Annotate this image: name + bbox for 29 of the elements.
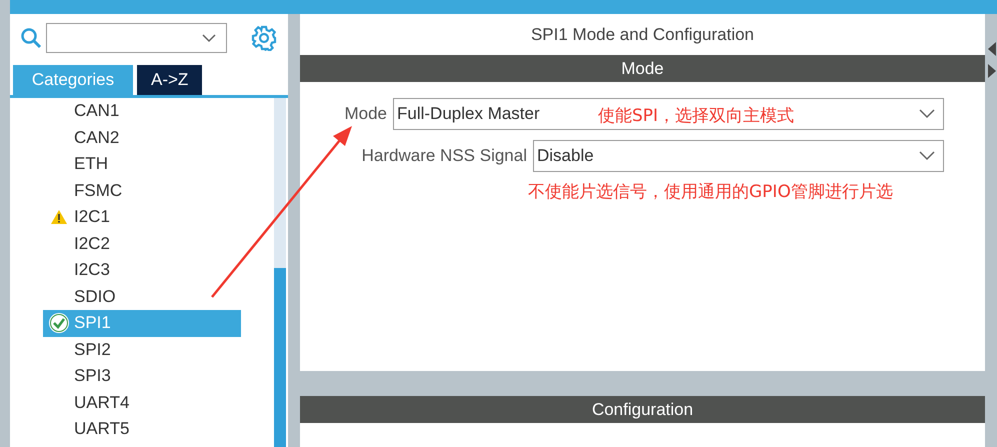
peripheral-item[interactable]: CAN2: [43, 124, 241, 151]
peripheral-item[interactable]: ETH: [43, 151, 241, 178]
search-field[interactable]: [46, 23, 227, 53]
chevron-icon: [919, 109, 935, 119]
search-icon[interactable]: [20, 27, 42, 49]
field-label: Hardware NSS Signal: [360, 146, 527, 166]
chevron-icon: [919, 151, 935, 161]
peripheral-item[interactable]: I2C1: [43, 204, 241, 230]
peripheral-item[interactable]: UART5: [43, 416, 241, 442]
panel-title: SPI1 Mode and Configuration: [530, 24, 756, 46]
peripheral-item[interactable]: SPI2: [43, 336, 241, 363]
peripheral-item[interactable]: I2C3: [43, 257, 241, 284]
chevron-icon: [202, 34, 216, 42]
dropdown-field[interactable]: Disable: [533, 140, 944, 172]
field-label: Mode: [343, 104, 387, 124]
section-header: Configuration: [300, 396, 985, 423]
category-tab[interactable]: A->Z: [137, 65, 202, 95]
peripheral-item[interactable]: UART4: [43, 390, 241, 416]
peripheral-item[interactable]: CAN1: [43, 98, 241, 124]
section-header: Mode: [300, 55, 985, 82]
peripheral-item[interactable]: I2C2: [43, 230, 241, 257]
check-icon: [48, 312, 70, 334]
peripheral-item[interactable]: SPI3: [43, 363, 241, 390]
scrollbar[interactable]: [274, 98, 286, 447]
annotation-text: 不使能片选信号，使用通用的GPIO管脚进行片选: [528, 182, 893, 202]
peripheral-item[interactable]: SDIO: [43, 284, 241, 310]
settings-icon[interactable]: [251, 25, 277, 51]
warning-icon: [50, 209, 68, 226]
peripheral-item[interactable]: FSMC: [43, 178, 241, 204]
